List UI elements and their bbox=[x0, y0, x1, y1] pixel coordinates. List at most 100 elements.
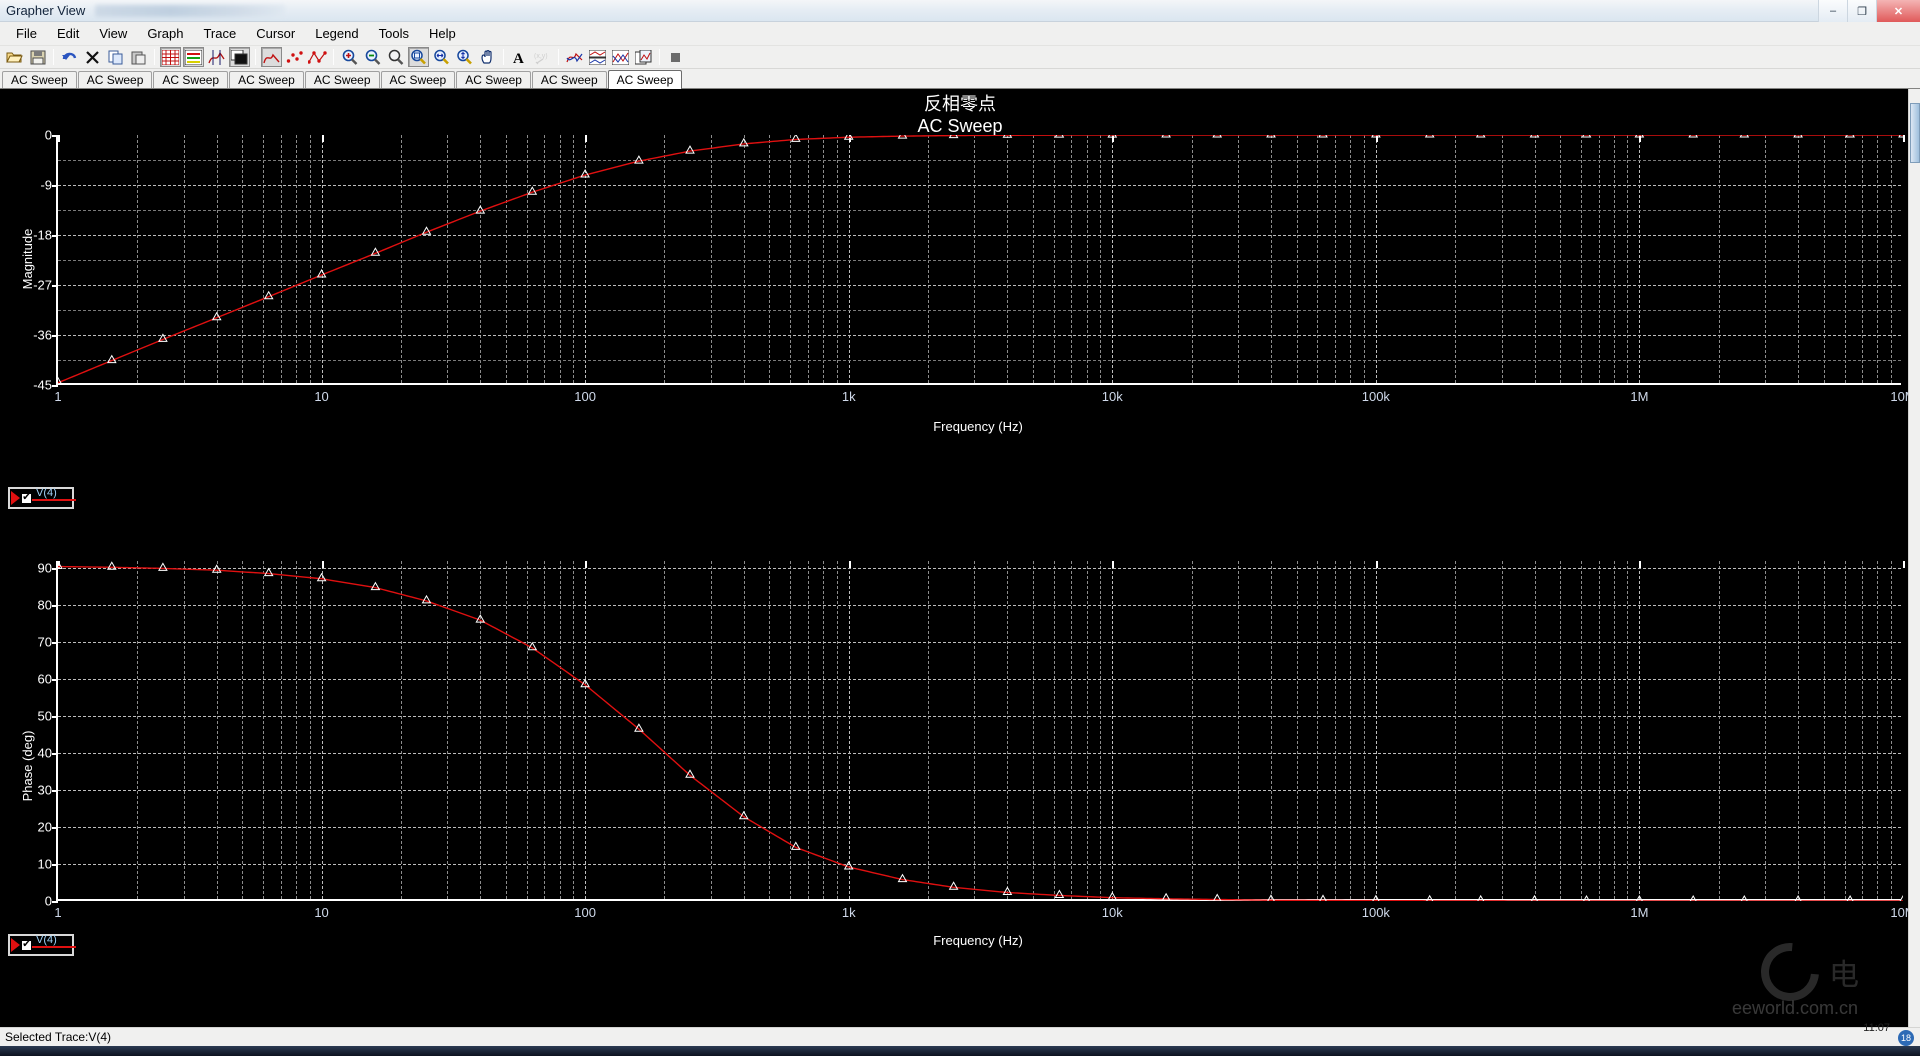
notification-badge[interactable]: 18 bbox=[1898, 1030, 1914, 1046]
split-graph-icon[interactable] bbox=[587, 47, 608, 67]
x-tick-mark bbox=[1903, 135, 1905, 142]
menu-item-graph[interactable]: Graph bbox=[137, 24, 193, 43]
vertical-gridline bbox=[526, 135, 528, 383]
vertical-gridline bbox=[242, 135, 244, 383]
legend-icon[interactable] bbox=[183, 47, 204, 67]
line-point-trace-icon[interactable] bbox=[307, 47, 328, 67]
pan-hand-icon[interactable] bbox=[477, 47, 498, 67]
vertical-gridline bbox=[137, 561, 139, 899]
tab-ac-sweep-7[interactable]: AC Sweep bbox=[456, 71, 531, 88]
stop-icon[interactable] bbox=[665, 47, 686, 67]
tab-ac-sweep-8[interactable]: AC Sweep bbox=[531, 71, 607, 88]
zoom-in-icon[interactable] bbox=[339, 47, 360, 67]
y-tick-label: -27 bbox=[33, 277, 52, 293]
window-title: Grapher View bbox=[6, 3, 86, 18]
background-icon[interactable] bbox=[229, 47, 250, 67]
tab-ac-sweep-2[interactable]: AC Sweep bbox=[77, 71, 153, 88]
graph-canvas[interactable]: 反相零点 AC Sweep 0 -9 -18 -27 -36 -45 1 10 100 1k 10k… bbox=[0, 89, 1920, 1027]
status-bar: Selected Trace:V(4) bbox=[0, 1027, 1920, 1046]
legend-checkbox[interactable]: ✔ bbox=[21, 939, 32, 951]
tab-ac-sweep-5[interactable]: AC Sweep bbox=[304, 71, 380, 88]
menu-item-help[interactable]: Help bbox=[419, 24, 466, 43]
minimize-button[interactable]: – bbox=[1818, 0, 1847, 22]
vertical-gridline bbox=[1375, 561, 1377, 899]
x-tick-mark bbox=[58, 135, 60, 142]
menu-item-tools[interactable]: Tools bbox=[369, 24, 419, 43]
menu-item-edit[interactable]: Edit bbox=[47, 24, 89, 43]
magnitude-plot-panel[interactable]: 0 -9 -18 -27 -36 -45 1 10 100 1k 10k 100k 1M 10M Freq… bbox=[0, 89, 1916, 469]
tab-strip: AC Sweep AC Sweep AC Sweep AC Sweep AC Sweep… bbox=[0, 69, 1920, 89]
vertical-gridline bbox=[1798, 135, 1800, 383]
y-tick-mark bbox=[52, 235, 58, 237]
magnitude-legend[interactable]: ✔ V(4) bbox=[8, 487, 76, 509]
graph-vertical-scrollbar[interactable] bbox=[1908, 89, 1920, 1027]
overlay-traces-icon[interactable] bbox=[564, 47, 585, 67]
window-controls: – ❐ ✕ bbox=[1818, 0, 1920, 22]
x-tick-mark bbox=[321, 561, 324, 568]
tab-ac-sweep-4[interactable]: AC Sweep bbox=[229, 71, 304, 88]
scrollbar-thumb[interactable] bbox=[1910, 103, 1920, 163]
horizontal-gridline-minor bbox=[58, 360, 1901, 361]
close-button[interactable]: ✕ bbox=[1876, 0, 1920, 22]
x-tick-mark bbox=[58, 561, 60, 568]
y-tick-mark bbox=[52, 753, 58, 756]
zoom-area-icon[interactable] bbox=[385, 47, 406, 67]
toolbar-separator bbox=[255, 49, 256, 65]
vertical-gridline bbox=[1823, 135, 1825, 383]
vertical-gridline bbox=[928, 561, 930, 899]
open-icon[interactable] bbox=[4, 47, 25, 67]
y-tick-mark bbox=[52, 827, 58, 830]
vertical-gridline bbox=[1823, 561, 1825, 899]
vertical-gridline bbox=[263, 135, 265, 383]
vertical-gridline bbox=[321, 561, 323, 899]
tab-ac-sweep-3[interactable]: AC Sweep bbox=[153, 71, 229, 88]
vertical-gridline bbox=[807, 135, 809, 383]
toolbar: A (x,y) bbox=[0, 46, 1920, 69]
vertical-gridline bbox=[1613, 561, 1615, 899]
legend-checkbox[interactable]: ✔ bbox=[21, 492, 32, 504]
undo-icon[interactable] bbox=[59, 47, 80, 67]
menu-item-file[interactable]: File bbox=[6, 24, 47, 43]
tab-ac-sweep-6[interactable]: AC Sweep bbox=[380, 71, 456, 88]
horizontal-gridline bbox=[58, 716, 1901, 718]
phase-legend[interactable]: ✔ V(4) bbox=[8, 934, 76, 956]
vertical-gridline bbox=[1191, 561, 1193, 899]
vertical-gridline bbox=[505, 561, 507, 899]
menu-bar: File Edit View Graph Trace Cursor Legend Tools H… bbox=[0, 22, 1920, 46]
maximize-button[interactable]: ❐ bbox=[1847, 0, 1876, 22]
vertical-gridline bbox=[1238, 561, 1240, 899]
menu-item-legend[interactable]: Legend bbox=[305, 24, 368, 43]
vertical-gridline bbox=[1350, 561, 1352, 899]
vertical-gridline bbox=[1270, 135, 1272, 383]
zoom-restore-icon[interactable] bbox=[408, 47, 429, 67]
save-icon[interactable] bbox=[27, 47, 48, 67]
phase-plot-panel[interactable]: 90 80 70 60 50 40 30 20 10 0 1 10 100 1k 10k 100k 1M 10M … bbox=[0, 521, 1916, 948]
magnitude-x-axis-title: Frequency (Hz) bbox=[933, 419, 1023, 434]
menu-item-view[interactable]: View bbox=[89, 24, 137, 43]
grid-icon[interactable] bbox=[160, 47, 181, 67]
delete-icon[interactable] bbox=[82, 47, 103, 67]
paste-icon[interactable] bbox=[128, 47, 149, 67]
zoom-out-icon[interactable] bbox=[362, 47, 383, 67]
tab-ac-sweep-1[interactable]: AC Sweep bbox=[2, 71, 77, 88]
y-tick-label: 0 bbox=[44, 893, 52, 909]
zoom-vertical-icon[interactable] bbox=[454, 47, 475, 67]
vertical-gridline bbox=[1598, 135, 1600, 383]
merge-graph-icon[interactable] bbox=[610, 47, 631, 67]
y-tick-label: 80 bbox=[37, 597, 52, 613]
tab-ac-sweep-9[interactable]: AC Sweep bbox=[607, 70, 683, 89]
line-trace-icon[interactable] bbox=[261, 47, 282, 67]
x-tick-mark bbox=[585, 135, 588, 142]
menu-item-trace[interactable]: Trace bbox=[193, 24, 246, 43]
cursors-icon[interactable] bbox=[206, 47, 227, 67]
copy-graph-icon[interactable] bbox=[633, 47, 654, 67]
text-icon[interactable]: A bbox=[509, 47, 530, 67]
zoom-horizontal-icon[interactable] bbox=[431, 47, 452, 67]
x-tick-mark bbox=[1375, 561, 1378, 568]
copy-icon[interactable] bbox=[105, 47, 126, 67]
windows-taskbar[interactable] bbox=[0, 1046, 1920, 1056]
vertical-gridline bbox=[1335, 561, 1337, 899]
point-trace-icon[interactable] bbox=[284, 47, 305, 67]
vertical-gridline bbox=[183, 135, 185, 383]
menu-item-cursor[interactable]: Cursor bbox=[246, 24, 305, 43]
